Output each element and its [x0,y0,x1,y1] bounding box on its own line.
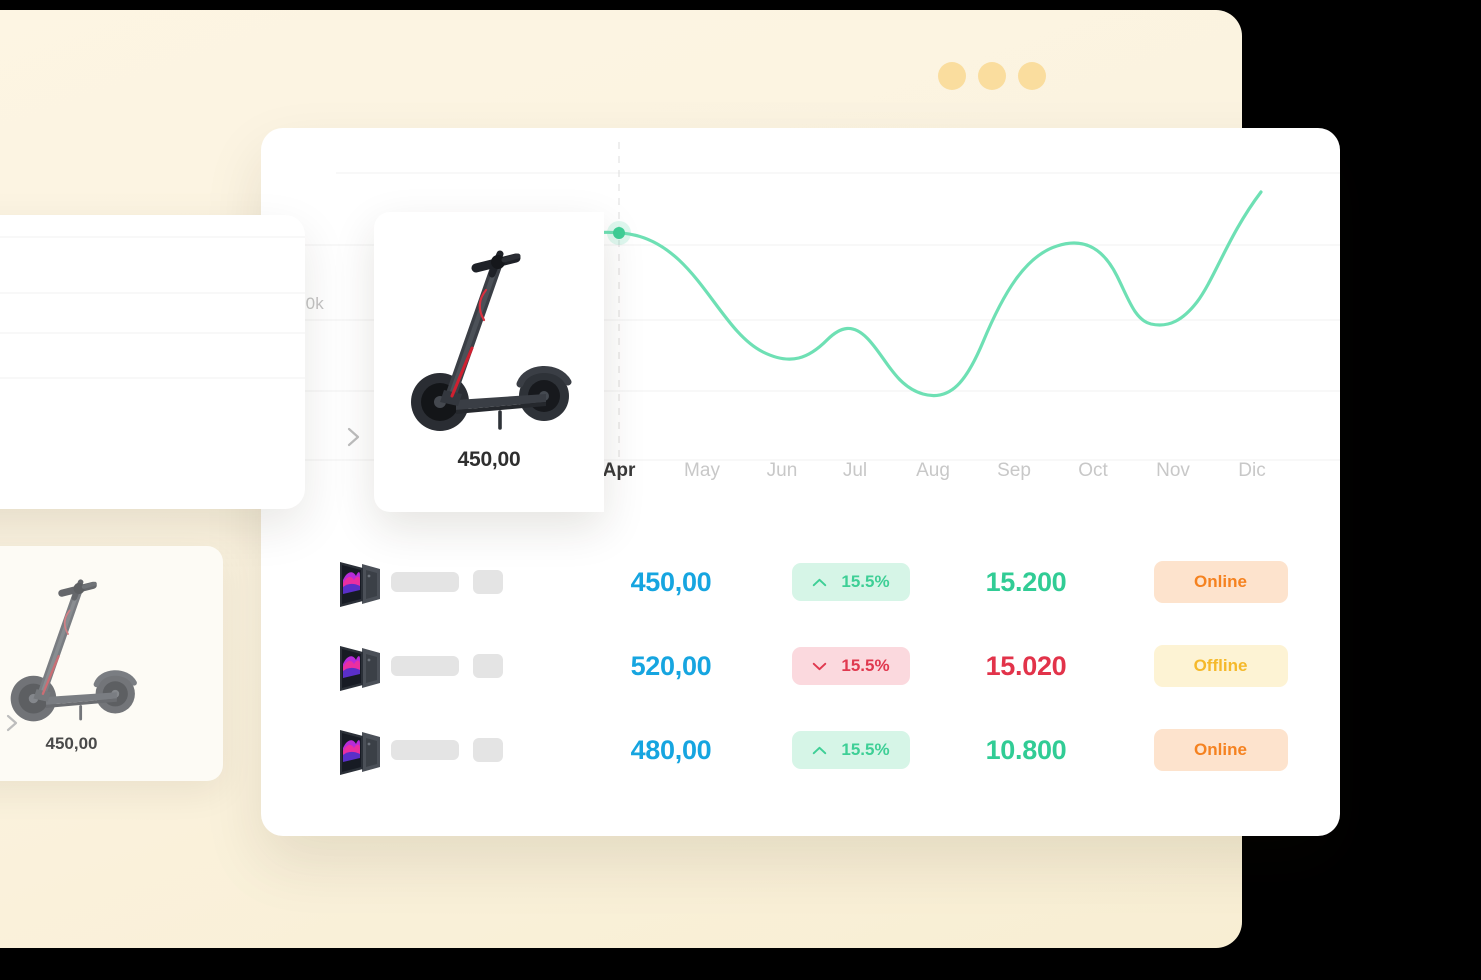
stock-cell: 15.200 [951,567,1101,598]
window-dot-close[interactable] [1018,62,1046,90]
change-badge-down: 15.5% [792,647,910,685]
tablet-product-image [340,730,380,775]
chevron-up-icon [813,746,827,754]
window-dot-maximize[interactable] [978,62,1006,90]
product-name-placeholder [391,738,591,762]
stock-cell: 10.800 [951,735,1101,766]
skeleton-bar-long [391,740,459,760]
stock-value: 15.200 [985,566,1067,597]
product-preview-next-button[interactable] [2,713,22,733]
electric-scooter-image [10,578,137,721]
change-value: 15.5% [841,572,890,591]
window-dot-minimize[interactable] [938,62,966,90]
month-tab-nov[interactable]: Nov [1156,460,1190,482]
stock-cell: 15.020 [951,651,1101,682]
month-tab-sep[interactable]: Sep [997,460,1031,482]
price-cell: 450,00 [591,567,751,598]
table-row[interactable]: 450,00 15.5% 15.200 Online [261,540,1340,624]
status-badge[interactable]: Online [1153,729,1288,771]
skeleton-bar-short [473,570,503,594]
products-table: 450,00 15.5% 15.200 Online 520,00 15.5% … [261,540,1340,792]
chevron-down-icon [813,662,827,670]
chevron-up-icon [813,578,827,586]
preview-product-price: 450,00 [45,733,98,753]
skeleton-bar-long [391,572,459,592]
daily-chart-day-axis: 2 Apr. 3 Apr. 4 Apr. 5 Apr. [0,411,305,441]
product-tooltip-card: 450,00 [374,212,604,512]
table-row[interactable]: 520,00 15.5% 15.020 Offline [261,624,1340,708]
tablet-product-image [340,646,380,691]
status-cell: Online [1101,729,1340,771]
product-price: 520,00 [630,650,712,681]
month-tab-oct[interactable]: Oct [1078,460,1108,482]
product-preview-card[interactable]: 450,00 [0,546,223,781]
product-price: 480,00 [630,734,712,765]
product-thumbnail-cell [261,551,391,613]
change-badge-up: 15.5% [792,731,910,769]
product-name-placeholder [391,570,591,594]
price-cell: 480,00 [591,735,751,766]
tooltip-product-price: 450,00 [457,448,521,471]
screen-root: 20k Apr May Jun Jul Aug Sep Oct Nov Dic [0,0,1481,980]
product-thumbnail-cell [261,635,391,697]
change-value: 15.5% [841,656,890,675]
month-tab-jul[interactable]: Jul [843,460,867,482]
stock-value: 15.020 [985,650,1067,681]
status-badge[interactable]: Offline [1153,645,1288,687]
status-badge[interactable]: Online [1153,561,1288,603]
change-badge-up: 15.5% [792,563,910,601]
daily-chart-next-button[interactable] [342,426,364,448]
month-tab-apr[interactable]: Apr [603,460,636,482]
table-row[interactable]: 480,00 15.5% 10.800 Online [261,708,1340,792]
month-tab-may[interactable]: May [684,460,720,482]
price-cell: 520,00 [591,651,751,682]
product-name-placeholder [391,654,591,678]
skeleton-bar-long [391,656,459,676]
daily-chart-card: 2 Apr. 3 Apr. 4 Apr. 5 Apr. [0,215,305,509]
month-tab-jun[interactable]: Jun [767,460,798,482]
change-value: 15.5% [841,740,890,759]
status-cell: Offline [1101,645,1340,687]
revenue-marker-dot [613,227,625,239]
stock-value: 10.800 [985,734,1067,765]
skeleton-bar-short [473,654,503,678]
change-cell: 15.5% [751,563,951,601]
change-cell: 15.5% [751,731,951,769]
skeleton-bar-short [473,738,503,762]
electric-scooter-image [411,250,572,431]
revenue-line [589,190,1263,398]
month-tab-dic[interactable]: Dic [1238,460,1265,482]
tablet-product-image [340,562,380,607]
product-thumbnail-cell [261,719,391,781]
window-traffic-lights [938,62,1046,90]
change-cell: 15.5% [751,647,951,685]
status-cell: Online [1101,561,1340,603]
month-tab-aug[interactable]: Aug [916,460,950,482]
mini-chart-gridlines [0,236,305,379]
daily-chart-svg[interactable] [0,215,305,509]
product-price: 450,00 [630,566,712,597]
